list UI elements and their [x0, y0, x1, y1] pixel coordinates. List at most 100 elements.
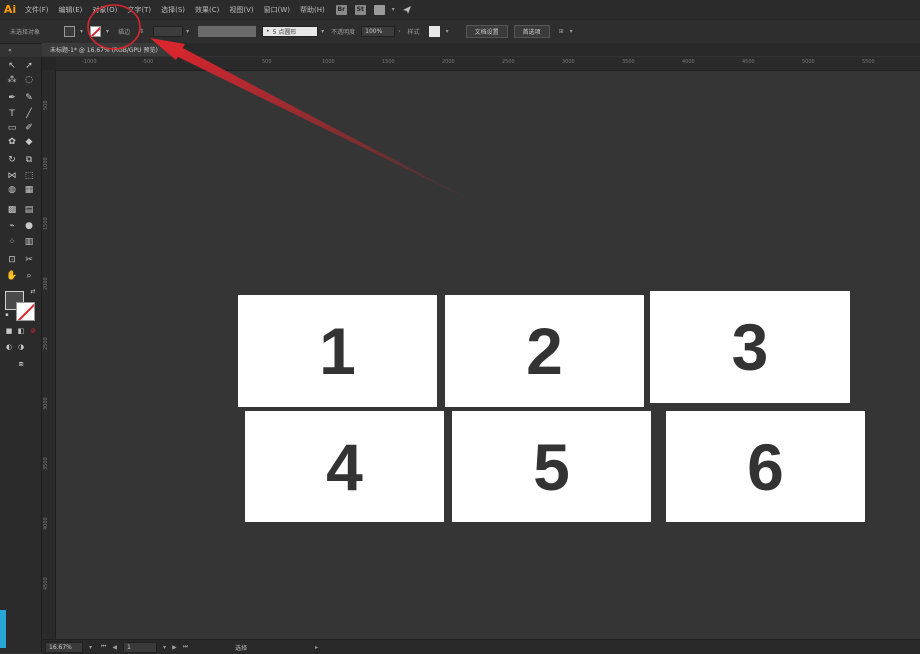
menu-view[interactable]: 视图(V) [224, 5, 258, 15]
curvature-tool-icon[interactable]: ✎ [23, 93, 35, 104]
ruler-origin[interactable] [42, 57, 56, 70]
ruler-tick: 500 [43, 100, 49, 110]
menu-object[interactable]: 对象(O) [87, 5, 122, 15]
ruler-tick: 1500 [382, 59, 395, 65]
chevron-down-icon[interactable]: ▾ [392, 6, 395, 13]
stock-icon[interactable]: St [354, 4, 366, 15]
eyedropper-tool-icon[interactable]: ⌁ [6, 221, 18, 232]
ruler-tick: 2000 [442, 59, 455, 65]
send-icon[interactable] [402, 5, 412, 15]
brush-dropdown-icon[interactable]: ▾ [321, 28, 324, 35]
artboard-4[interactable]: 4 [245, 411, 444, 522]
collapse-panel-icon[interactable]: « [4, 45, 16, 56]
blend-tool-icon[interactable]: ● [23, 221, 35, 232]
mesh-tool-icon[interactable]: ▩ [6, 205, 18, 216]
ruler-tick: 3000 [562, 59, 575, 65]
free-transform-tool-icon[interactable]: ⬚ [23, 171, 35, 182]
eraser-tool-icon[interactable]: ◆ [23, 137, 35, 148]
brush-definition-field[interactable]: • 5 点圆形 [262, 26, 319, 37]
scale-tool-icon[interactable]: ⧉ [23, 155, 35, 166]
direct-selection-tool-icon[interactable]: ➚ [23, 61, 35, 72]
horizontal-ruler[interactable]: -1000 -500 0 500 1000 1500 2000 2500 300… [56, 57, 920, 71]
perspective-grid-tool-icon[interactable]: ▦ [23, 185, 35, 196]
artboard-dropdown-icon[interactable]: ▾ [163, 644, 166, 651]
canvas[interactable]: 1 2 3 4 5 6 [56, 71, 920, 639]
selection-tool-icon[interactable]: ↖ [6, 61, 18, 72]
zoom-level-field[interactable]: 16.67% [45, 641, 83, 653]
stroke-weight-field[interactable] [153, 26, 184, 37]
bridge-icon[interactable]: Br [335, 4, 347, 15]
artboard-tool-icon[interactable]: ⊡ [6, 255, 18, 266]
draw-behind-icon[interactable]: ◑ [15, 342, 27, 353]
column-graph-tool-icon[interactable]: ▥ [23, 237, 35, 248]
screen-mode-icon[interactable]: ⧈ [15, 358, 27, 369]
previous-artboard-icon[interactable]: ◀ [112, 644, 117, 651]
next-artboard-icon[interactable]: ▶ [172, 644, 177, 651]
menu-select[interactable]: 选择(S) [156, 5, 190, 15]
color-mode-icon[interactable]: ■ [3, 326, 15, 337]
style-dropdown-icon[interactable]: ▾ [446, 28, 449, 35]
status-menu-icon[interactable]: ▸ [315, 644, 318, 651]
swap-colors-icon[interactable]: ⇄ [27, 286, 39, 297]
opacity-field[interactable]: 100% [361, 26, 396, 37]
style-label[interactable]: 样式 [404, 27, 426, 36]
last-artboard-icon[interactable]: ⏭ [183, 643, 188, 651]
shape-builder-tool-icon[interactable]: ◍ [6, 185, 18, 196]
fill-dropdown-icon[interactable]: ▾ [80, 28, 83, 35]
artboard-5[interactable]: 5 [452, 411, 651, 522]
ruler-tick: 2500 [502, 59, 515, 65]
stroke-color-swatch[interactable] [16, 302, 35, 321]
ruler-tick: -500 [142, 59, 154, 65]
fill-swatch[interactable] [64, 26, 76, 37]
stroke-label[interactable]: 描边 [112, 27, 136, 36]
rotate-tool-icon[interactable]: ↻ [6, 155, 18, 166]
menu-edit[interactable]: 编辑(E) [54, 5, 88, 15]
variable-width-profile[interactable] [198, 26, 257, 37]
opacity-label[interactable]: 不透明度 [327, 27, 361, 36]
stroke-weight-dropdown-icon[interactable]: ▾ [186, 28, 189, 35]
rectangle-tool-icon[interactable]: ▭ [6, 123, 18, 134]
artboard-3[interactable]: 3 [650, 291, 850, 403]
menu-type[interactable]: 文字(T) [122, 5, 156, 15]
style-swatch[interactable] [428, 26, 440, 37]
opacity-arrow-icon[interactable]: › [398, 28, 400, 35]
gradient-tool-icon[interactable]: ▤ [23, 205, 35, 216]
close-tab-icon[interactable]: × [168, 46, 173, 53]
magic-wand-tool-icon[interactable]: ⁂ [6, 75, 18, 86]
default-colors-icon[interactable]: ▪ [1, 310, 13, 321]
zoom-dropdown-icon[interactable]: ▾ [89, 644, 92, 651]
preferences-button[interactable]: 首选项 [513, 25, 550, 38]
stroke-dropdown-icon[interactable]: ▾ [106, 28, 109, 35]
artboard-1[interactable]: 1 [238, 295, 437, 407]
artboard-2[interactable]: 2 [445, 295, 644, 407]
menu-file[interactable]: 文件(F) [20, 5, 54, 15]
arrange-dropdown-icon[interactable]: ▾ [570, 28, 573, 35]
first-artboard-icon[interactable]: ⏮ [101, 643, 106, 651]
shaper-tool-icon[interactable]: ✿ [6, 137, 18, 148]
lasso-tool-icon[interactable]: ◌ [23, 75, 35, 86]
menu-window[interactable]: 窗口(W) [259, 5, 295, 15]
type-tool-icon[interactable]: T [6, 109, 18, 120]
width-tool-icon[interactable]: ⋈ [6, 171, 18, 182]
stroke-stepper-icon[interactable]: ⇕ [139, 28, 144, 35]
artboard-6[interactable]: 6 [666, 411, 865, 522]
slice-tool-icon[interactable]: ✂ [23, 255, 35, 266]
workspace-grid-icon[interactable] [373, 4, 385, 15]
gradient-mode-icon[interactable]: ◧ [15, 326, 27, 337]
vertical-ruler[interactable]: 500 1000 1500 2000 2500 3000 3500 4000 4… [42, 70, 56, 639]
none-mode-icon[interactable]: ⊘ [27, 326, 39, 337]
stroke-none-swatch[interactable] [90, 26, 102, 37]
artboard-number-field[interactable]: 1 [123, 641, 158, 653]
pen-tool-icon[interactable]: ✒ [6, 93, 18, 104]
zoom-tool-icon[interactable]: ⌕ [23, 271, 35, 282]
menu-effect[interactable]: 效果(C) [190, 5, 224, 15]
symbol-sprayer-tool-icon[interactable]: ⁘ [6, 237, 18, 248]
document-tab[interactable]: 未标题-1* @ 16.67% (RGB/GPU 预览) × [42, 43, 181, 56]
document-setup-button[interactable]: 文档设置 [465, 25, 508, 38]
line-tool-icon[interactable]: ╱ [23, 109, 35, 120]
draw-normal-icon[interactable]: ◐ [3, 342, 15, 353]
arrange-icon[interactable]: ⊞ [559, 28, 564, 35]
hand-tool-icon[interactable]: ✋ [6, 271, 18, 282]
paintbrush-tool-icon[interactable]: ✐ [23, 123, 35, 134]
menu-help[interactable]: 帮助(H) [295, 5, 330, 15]
